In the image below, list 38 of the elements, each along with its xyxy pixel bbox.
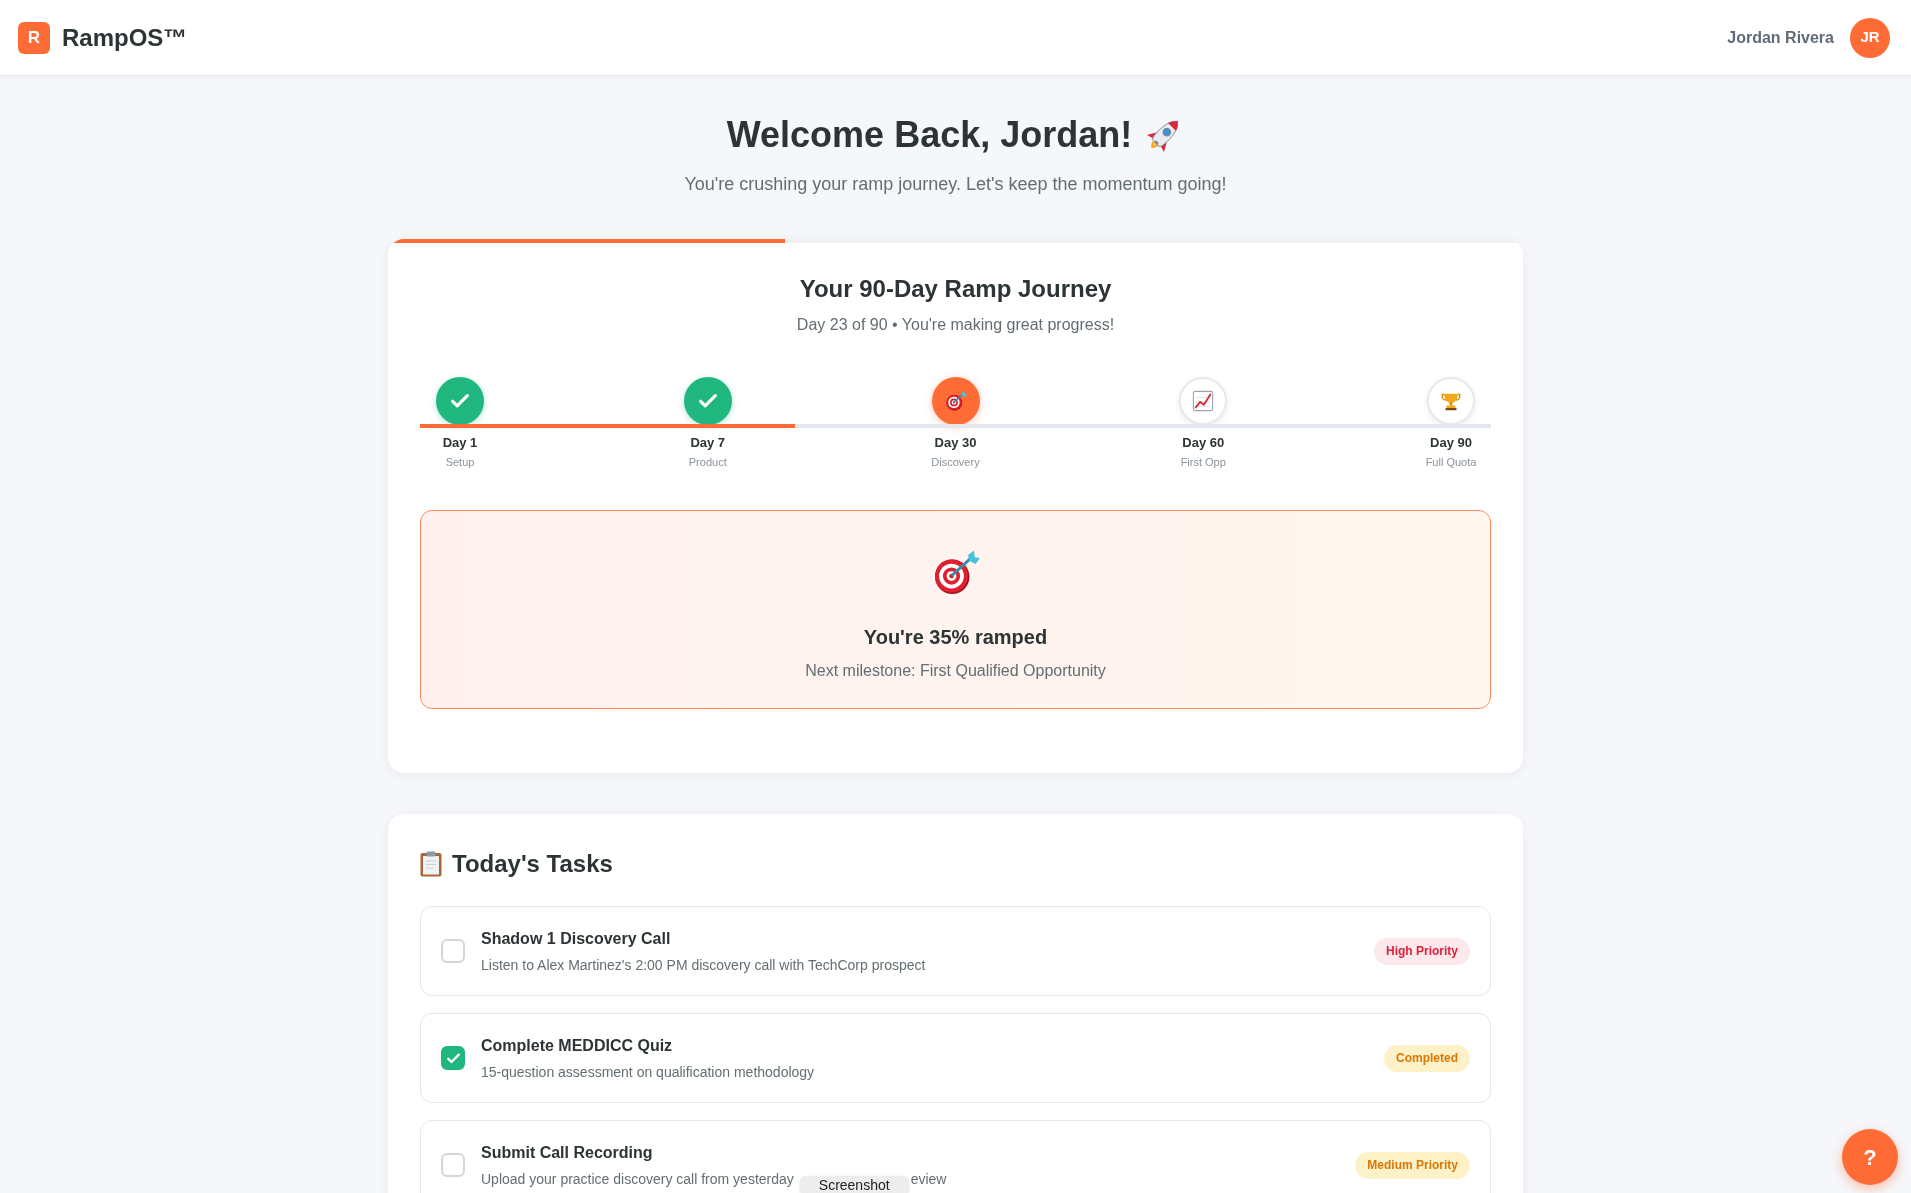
next-milestone-text: Next milestone: First Qualified Opportunity bbox=[805, 661, 1106, 681]
ramp-percent-title: You're 35% ramped bbox=[863, 625, 1048, 650]
task-description: Listen to Alex Martinez's 2:00 PM discovery call with TechCorp prospect bbox=[481, 956, 926, 975]
task-title: Submit Call Recording bbox=[481, 1143, 654, 1163]
logo-icon: R bbox=[18, 21, 50, 54]
priority-tag: High Priority bbox=[1374, 937, 1470, 965]
milestone-label: Setup bbox=[445, 455, 475, 469]
milestone-label: Full Quota bbox=[1425, 455, 1477, 469]
milestone-day: Day 60 bbox=[1182, 434, 1225, 452]
task-title: Shadow 1 Discovery Call bbox=[481, 929, 672, 949]
task-description: eview bbox=[910, 1170, 947, 1189]
checkbox[interactable] bbox=[441, 1046, 465, 1070]
task-description: 15-question assessment on qualification methodology bbox=[481, 1063, 815, 1082]
clipboard-icon bbox=[420, 851, 442, 877]
journey-title: Your 90-Day Ramp Journey bbox=[799, 274, 1112, 304]
milestone-label: Product bbox=[688, 455, 727, 469]
milestone-day: Day 30 bbox=[934, 434, 977, 452]
help-button[interactable]: ? bbox=[1842, 1129, 1898, 1185]
welcome-subtitle: You're crushing your ramp journey. Let's keep the momentum going! bbox=[684, 173, 1227, 196]
priority-tag: Medium Priority bbox=[1355, 1151, 1470, 1179]
checkbox[interactable] bbox=[441, 939, 465, 963]
app-name: RampOS™ bbox=[62, 22, 188, 53]
milestone-label: Discovery bbox=[931, 455, 980, 469]
milestone-day: Day 90 bbox=[1430, 434, 1472, 452]
welcome-title: Welcome Back, Jordan! bbox=[726, 115, 1133, 155]
journey-subtitle: Day 23 of 90 • You're making great progress! bbox=[796, 315, 1115, 335]
milestone-day: Day 1 bbox=[442, 434, 478, 452]
checkbox[interactable] bbox=[441, 1153, 465, 1177]
task-description: Upload your practice discovery call from yesterday bbox=[481, 1170, 794, 1189]
task-title: Complete MEDDICC Quiz bbox=[481, 1036, 674, 1056]
user-name: Jordan Rivera bbox=[1727, 27, 1834, 48]
milestone-day: Day 7 bbox=[690, 434, 726, 452]
check-icon bbox=[446, 1051, 460, 1065]
milestone-label: First Opp bbox=[1180, 455, 1226, 469]
priority-tag: Completed bbox=[1384, 1044, 1470, 1072]
screenshot-tooltip: Screenshot bbox=[799, 1176, 909, 1193]
user-avatar[interactable]: JR bbox=[1850, 17, 1890, 58]
tasks-title: Today's Tasks bbox=[452, 849, 613, 879]
